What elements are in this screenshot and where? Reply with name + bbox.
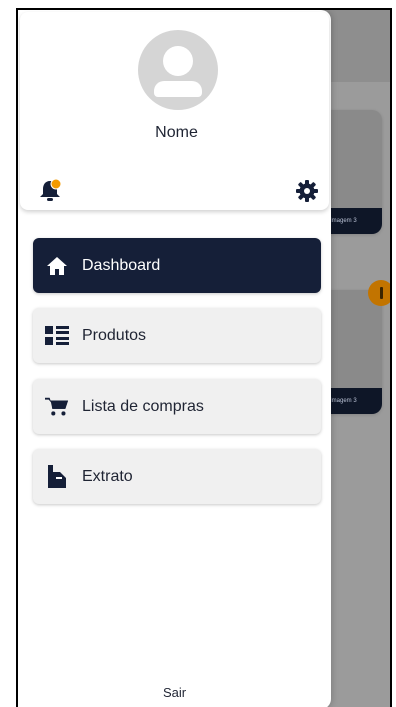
- cart-icon: [45, 395, 69, 419]
- navigation-drawer: Nome Dashboard Produtos Lista de compras…: [18, 10, 331, 707]
- avatar[interactable]: [138, 30, 218, 110]
- menu-item-label: Lista de compras: [82, 397, 204, 415]
- app-frame: Imagem 3 Imagem 3 Nome Dashboard Produto…: [16, 8, 392, 707]
- user-name: Nome: [155, 124, 198, 141]
- home-icon: [45, 254, 69, 278]
- menu-item-label: Dashboard: [82, 256, 161, 274]
- menu-item-label: Produtos: [82, 326, 147, 344]
- settings-gear-icon[interactable]: [296, 180, 318, 202]
- menu-item-extrato[interactable]: Extrato: [33, 449, 321, 504]
- menu-item-dashboard[interactable]: Dashboard: [33, 238, 321, 293]
- list-icon: [45, 324, 69, 348]
- profile-header: Nome: [20, 12, 329, 210]
- background-alert-badge: [368, 280, 390, 306]
- receipt-icon: [45, 464, 69, 489]
- menu-item-produtos[interactable]: Produtos: [33, 308, 321, 363]
- menu-item-lista-de-compras[interactable]: Lista de compras: [33, 379, 321, 434]
- notification-bell-icon[interactable]: [38, 178, 62, 204]
- logout-link[interactable]: Sair: [18, 685, 331, 700]
- menu-item-label: Extrato: [82, 467, 133, 485]
